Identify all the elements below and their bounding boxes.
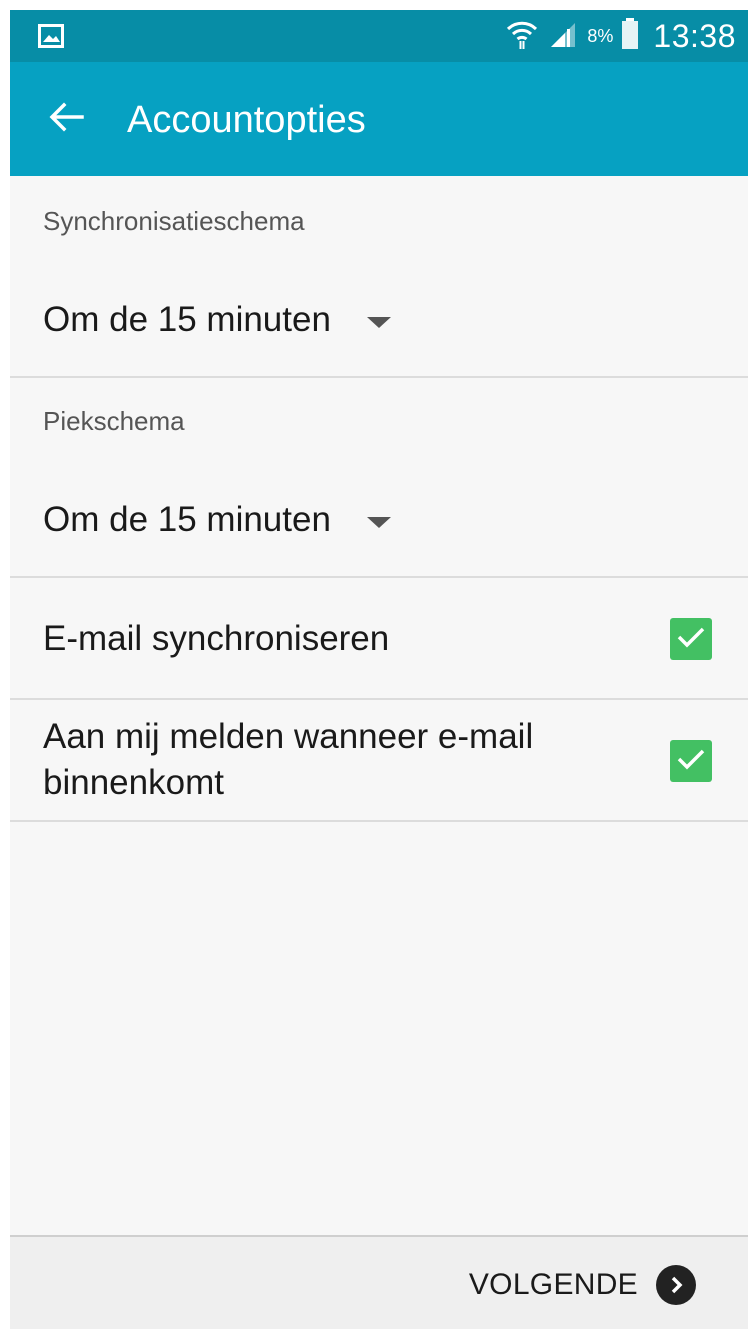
notify-email-checkbox[interactable] <box>670 740 712 782</box>
check-icon <box>676 625 706 654</box>
status-icons: 8% 13:38 <box>505 10 736 62</box>
back-button[interactable] <box>38 94 94 144</box>
check-icon <box>676 747 706 776</box>
clock: 13:38 <box>653 17 736 54</box>
sync-schedule-value: Om de 15 minuten <box>43 300 331 339</box>
notify-email-label-line1: Aan mij melden wanneer e-mail <box>43 717 534 756</box>
peak-schedule-section: Piekschema Om de 15 minuten <box>10 378 748 578</box>
app-bar: Accountopties <box>10 62 748 176</box>
dropdown-arrow-icon <box>366 316 391 328</box>
sync-schedule-label: Synchronisatieschema <box>43 206 305 236</box>
status-bar: 8% 13:38 <box>10 10 748 62</box>
notify-email-label: Aan mij melden wanneer e-mail binnenkomt <box>43 714 533 806</box>
next-button[interactable]: VOLGENDE <box>469 1265 696 1305</box>
peak-schedule-value: Om de 15 minuten <box>43 500 331 539</box>
arrow-left-icon <box>48 102 84 137</box>
peak-schedule-label: Piekschema <box>43 406 185 436</box>
page-title: Accountopties <box>127 99 366 141</box>
gallery-icon <box>38 24 64 48</box>
sync-email-label: E-mail synchroniseren <box>43 619 390 658</box>
signal-icon <box>547 19 577 54</box>
battery-percent: 8% <box>587 25 614 46</box>
sync-email-checkbox[interactable] <box>670 618 712 660</box>
sync-schedule-dropdown[interactable]: Om de 15 minuten <box>43 300 391 340</box>
notify-email-row[interactable]: Aan mij melden wanneer e-mail binnenkomt <box>10 700 748 822</box>
peak-schedule-dropdown[interactable]: Om de 15 minuten <box>43 500 391 540</box>
footer-bar: VOLGENDE <box>10 1235 748 1329</box>
chevron-right-circle-icon <box>656 1265 696 1305</box>
next-label: VOLGENDE <box>468 1268 638 1301</box>
battery-icon <box>621 17 639 55</box>
sync-email-row[interactable]: E-mail synchroniseren <box>10 578 748 700</box>
dropdown-arrow-icon <box>366 516 391 528</box>
notify-email-label-line2: binnenkomt <box>43 763 224 802</box>
sync-schedule-section: Synchronisatieschema Om de 15 minuten <box>10 176 748 378</box>
screen: 8% 13:38 Accountopties Synchronisatiesch… <box>10 10 748 1329</box>
wifi-icon <box>505 17 539 56</box>
